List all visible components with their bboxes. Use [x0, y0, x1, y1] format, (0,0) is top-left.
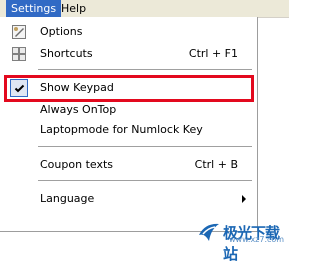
watermark-url: www.xz7.com [229, 235, 285, 244]
menu-item-coupon-texts[interactable]: Coupon texts Ctrl + B [0, 155, 256, 175]
menu-settings[interactable]: Settings [6, 0, 62, 17]
shortcuts-accelerator: Ctrl + F1 [188, 47, 238, 60]
settings-dropdown: Options Shortcuts Ctrl + F1 Show Keypad … [0, 17, 258, 232]
shortcuts-label: Shortcuts [40, 47, 93, 60]
menu-item-always-ontop[interactable]: Always OnTop [0, 100, 256, 120]
menu-item-laptopmode[interactable]: Laptopmode for Numlock Key [0, 120, 256, 140]
options-icon [12, 25, 26, 39]
menu-item-language[interactable]: Language [0, 189, 256, 209]
always-ontop-label: Always OnTop [40, 103, 117, 116]
coupon-texts-accelerator: Ctrl + B [194, 158, 238, 171]
language-label: Language [40, 192, 95, 205]
menu-item-options[interactable]: Options [0, 22, 256, 42]
shortcuts-icon [12, 47, 26, 61]
watermark: 极光下载站 www.xz7.com [195, 220, 289, 263]
options-label: Options [40, 25, 83, 38]
menu-item-shortcuts[interactable]: Shortcuts Ctrl + F1 [0, 44, 256, 64]
submenu-arrow-icon [242, 195, 246, 203]
menu-separator [38, 146, 252, 148]
menu-help[interactable]: Help [56, 0, 91, 17]
menu-separator [38, 180, 252, 182]
highlight-frame [4, 75, 254, 102]
watermark-logo-icon [199, 223, 219, 241]
laptopmode-label: Laptopmode for Numlock Key [40, 123, 203, 136]
menu-separator [38, 69, 252, 71]
menu-bar: Settings Help [0, 0, 289, 18]
coupon-texts-label: Coupon texts [40, 158, 114, 171]
